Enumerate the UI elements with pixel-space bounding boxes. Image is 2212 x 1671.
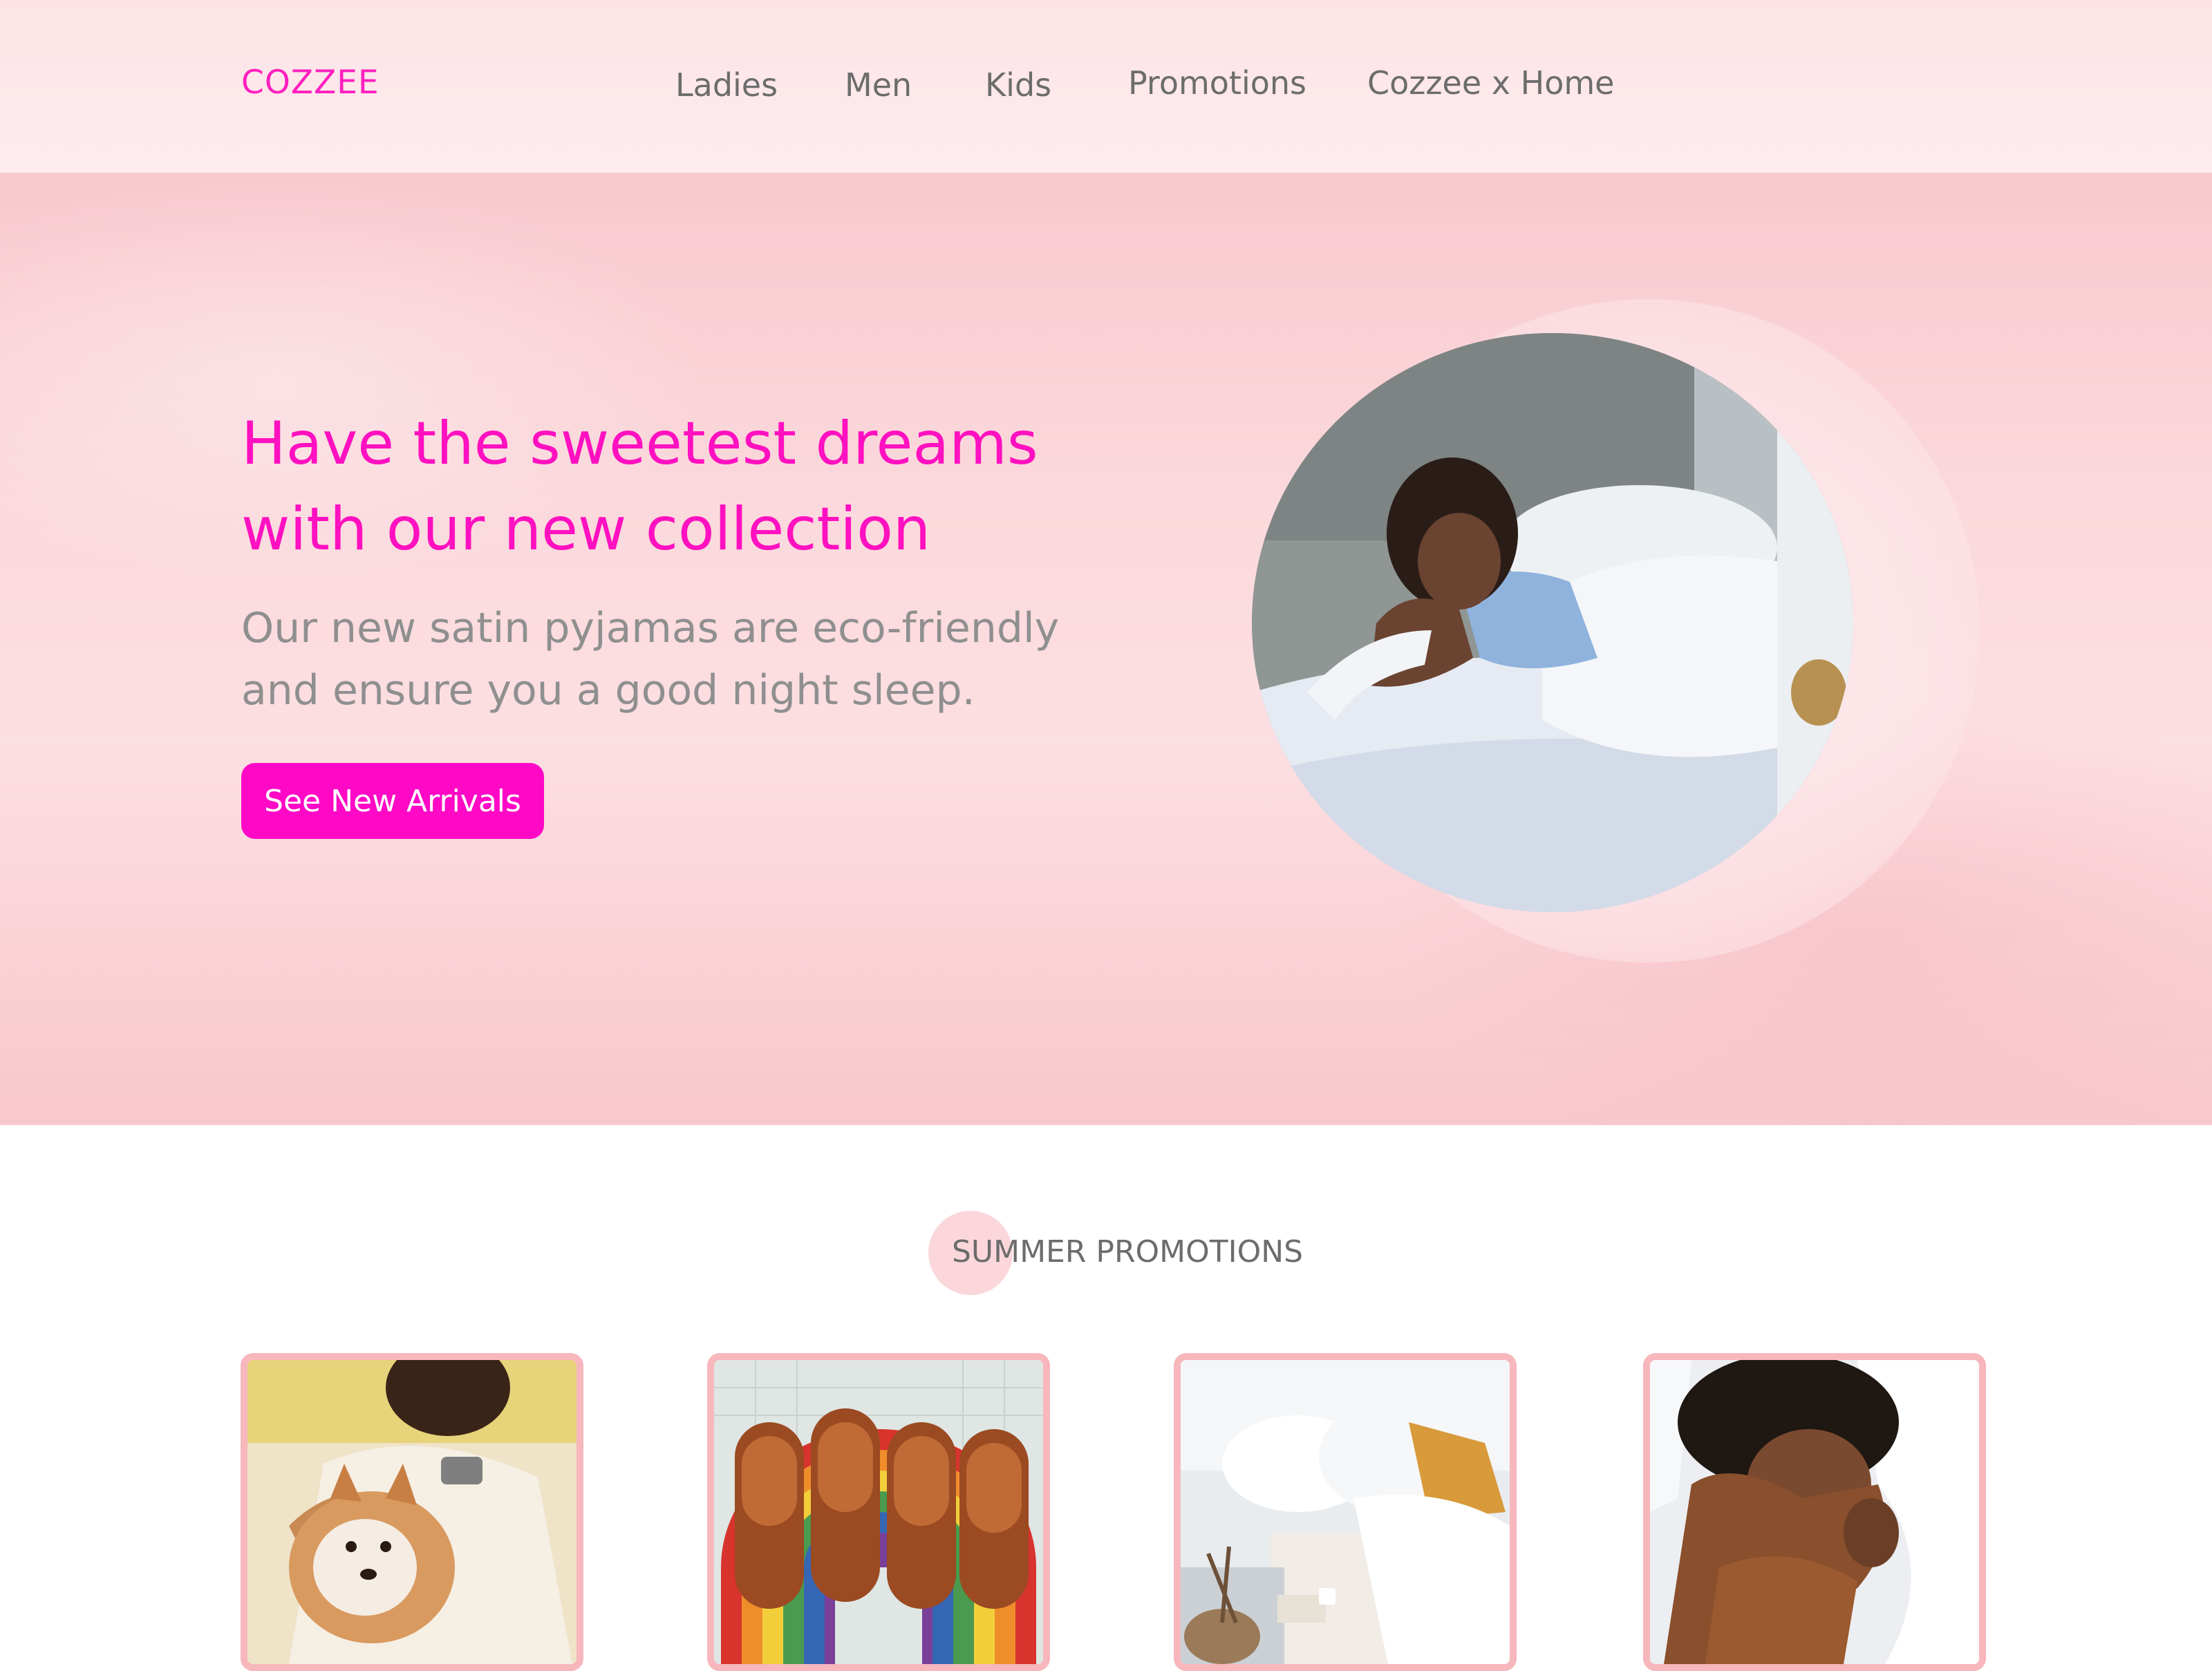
- promotion-card-3[interactable]: [1174, 1353, 1517, 1671]
- promotion-card-4[interactable]: [1643, 1353, 1986, 1671]
- nav-link-promotions[interactable]: Promotions: [1128, 64, 1306, 102]
- top-navigation: COZZEE Ladies Men Kids Promotions Cozzee…: [0, 0, 2212, 173]
- hero-sleeping-woman-photo: [1252, 333, 1853, 912]
- hero-title: Have the sweetest dreams with our new co…: [241, 409, 1038, 564]
- brand-logo[interactable]: COZZEE: [241, 64, 379, 102]
- nav-link-ladies[interactable]: Ladies: [675, 66, 778, 104]
- promotion-card-1[interactable]: [241, 1353, 583, 1671]
- nav-link-kids[interactable]: Kids: [985, 66, 1051, 104]
- woman-with-dog-photo: [247, 1360, 577, 1664]
- child-hugging-pillow-photo: [1650, 1360, 1979, 1664]
- promotions-heading: SUMMER PROMOTIONS: [952, 1234, 1304, 1269]
- brown-slippers-on-rainbow-mat-photo: [714, 1360, 1043, 1664]
- hero-subtitle: Our new satin pyjamas are eco-friendly a…: [241, 604, 1060, 715]
- see-new-arrivals-button[interactable]: See New Arrivals: [241, 763, 544, 839]
- nav-link-cozzee-home[interactable]: Cozzee x Home: [1367, 64, 1614, 102]
- bedroom-bed-pillows-photo: [1181, 1360, 1510, 1664]
- nav-link-men[interactable]: Men: [845, 66, 912, 104]
- hero-section: Have the sweetest dreams with our new co…: [0, 173, 2212, 1125]
- promotion-card-2[interactable]: [707, 1353, 1050, 1671]
